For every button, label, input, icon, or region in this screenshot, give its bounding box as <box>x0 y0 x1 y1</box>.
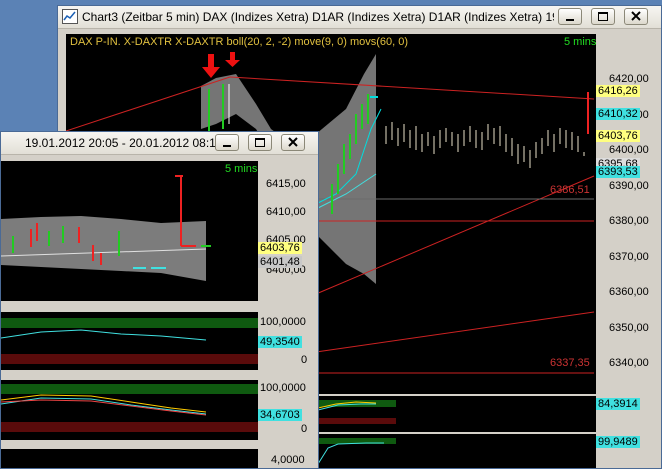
back-window-titlebar[interactable]: Chart3 (Zeitbar 5 min) DAX (Indizes Xetr… <box>58 6 661 29</box>
axis-tick: 6370,00 <box>609 251 649 263</box>
chart-app-icon <box>62 9 78 24</box>
axis-tick: 6340,00 <box>609 357 649 369</box>
back-chart-legend: DAX P-IN. X-DAXTR X-DAXTR boll(20, 2, -2… <box>70 36 409 48</box>
back-chart-interval: 5 mins <box>564 36 597 48</box>
panel2-zero-tick: 0 <box>301 423 308 435</box>
front-maximize-button[interactable] <box>248 134 272 151</box>
price-label-trend: 6386,51 <box>550 184 590 196</box>
trend-line-top <box>229 76 595 100</box>
back-window-title: Chart3 (Zeitbar 5 min) DAX (Indizes Xetr… <box>82 10 554 24</box>
panel1-top-tick: 100,0000 <box>260 316 306 328</box>
price-label-upper: 6416,26 <box>596 85 640 97</box>
panel3-top-tick: 4,0000 <box>271 454 305 466</box>
indicator-2-value: 99,9489 <box>596 436 640 448</box>
front-price-label-last: 6403,76 <box>258 242 302 254</box>
axis-tick: 6360,00 <box>609 286 649 298</box>
front-bollinger-band <box>1 216 206 281</box>
price-label-last: 6403,76 <box>596 130 640 142</box>
minimize-icon <box>566 19 574 21</box>
panel1-zero-tick: 0 <box>301 354 308 366</box>
back-maximize-button[interactable] <box>591 8 615 25</box>
back-minimize-button[interactable] <box>558 8 582 25</box>
front-chart-drawing <box>1 175 211 281</box>
price-label-bottom: 6337,35 <box>550 357 590 369</box>
minimize-icon <box>223 145 231 147</box>
axis-tick: 6390,00 <box>609 180 649 192</box>
close-icon <box>288 137 298 147</box>
trend-line-rising2 <box>315 311 595 353</box>
signal-arrow-down-icon <box>202 54 220 78</box>
front-price-label-mid: 6401,48 <box>258 256 302 268</box>
back-close-button[interactable] <box>624 8 648 25</box>
maximize-icon <box>255 138 265 147</box>
maximize-icon <box>598 12 608 21</box>
axis-tick: 6400,00 <box>609 144 649 156</box>
front-chart-window: 19.01.2012 20:05 - 20.01.2012 08:15 5 mi… <box>0 131 319 469</box>
axis-tick: 6380,00 <box>609 215 649 227</box>
axis-tick: 6415,00 <box>266 178 306 190</box>
front-indicator-panel-3[interactable] <box>1 449 258 468</box>
indicator-1-value: 84,3914 <box>596 398 640 410</box>
axis-tick: 6410,00 <box>266 206 306 218</box>
front-window-title: 19.01.2012 20:05 - 20.01.2012 08:15 <box>25 136 221 150</box>
signal-arrow-down-icon-2 <box>225 52 240 67</box>
axis-tick: 6420,00 <box>609 73 649 85</box>
front-minimize-button[interactable] <box>215 134 239 151</box>
axis-tick: 6350,00 <box>609 322 649 334</box>
panel1-value: 49,3540 <box>258 336 302 348</box>
close-icon <box>631 11 641 21</box>
front-chart-interval: 5 mins <box>225 163 258 175</box>
panel2-value: 34,6703 <box>258 409 302 421</box>
front-window-titlebar[interactable]: 19.01.2012 20:05 - 20.01.2012 08:15 <box>1 132 318 155</box>
price-label-low2: 6393,53 <box>596 166 640 178</box>
panel2-top-tick: 100,0000 <box>260 382 306 394</box>
back-candles <box>385 122 585 168</box>
front-close-button[interactable] <box>281 134 305 151</box>
price-label-mid: 6410,32 <box>596 108 640 120</box>
